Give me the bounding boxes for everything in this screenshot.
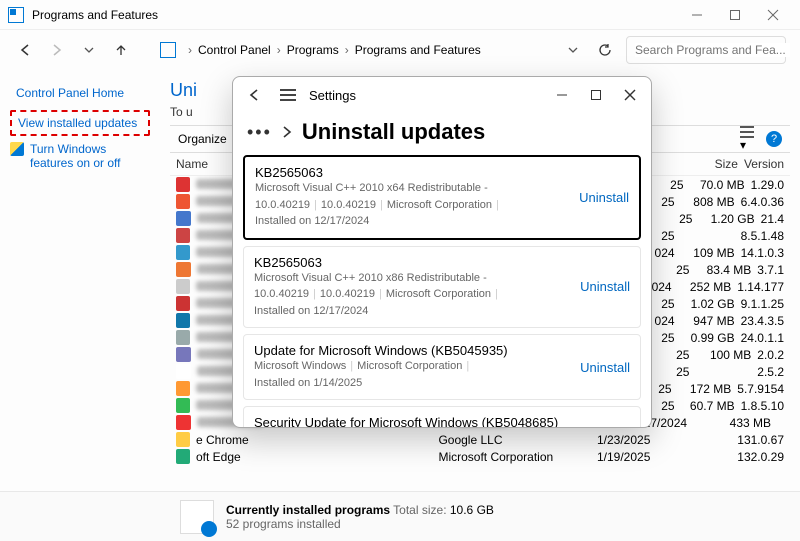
breadcrumb[interactable]: › Control Panel › Programs › Programs an… xyxy=(188,43,552,57)
settings-close-button[interactable] xyxy=(613,79,647,111)
shield-icon xyxy=(10,142,24,156)
update-card[interactable]: KB2565063 Microsoft Visual C++ 2010 x64 … xyxy=(243,155,641,240)
app-icon xyxy=(8,7,24,23)
window-title: Programs and Features xyxy=(32,8,158,22)
table-row[interactable]: e Chrome Google LLC 1/23/2025 131.0.67 xyxy=(170,431,790,448)
chevron-right-icon: › xyxy=(345,43,349,57)
organize-button[interactable]: Organize xyxy=(178,132,227,146)
status-icon xyxy=(180,500,214,534)
crumb-control-panel[interactable]: Control Panel xyxy=(198,43,271,57)
update-title: KB2565063 xyxy=(255,165,571,180)
forward-button[interactable] xyxy=(46,39,68,61)
update-details: Microsoft Visual C++ 2010 x64 Redistribu… xyxy=(255,180,571,230)
titlebar: Programs and Features xyxy=(0,0,800,30)
recent-dropdown[interactable] xyxy=(78,39,100,61)
uninstall-button[interactable]: Uninstall xyxy=(580,279,630,294)
control-panel-home-link[interactable]: Control Panel Home xyxy=(10,82,150,104)
hamburger-icon[interactable] xyxy=(271,79,305,111)
view-installed-updates-link[interactable]: View installed updates xyxy=(10,110,150,136)
chevron-right-icon: › xyxy=(188,43,192,57)
help-button[interactable]: ? xyxy=(766,131,782,147)
update-details: Microsoft Windows|Microsoft Corporation|… xyxy=(254,358,572,391)
status-line1: Currently installed programs Total size:… xyxy=(226,503,494,517)
search-input[interactable] xyxy=(635,43,790,57)
settings-minimize-button[interactable] xyxy=(545,79,579,111)
toolbar: › Control Panel › Programs › Programs an… xyxy=(0,30,800,70)
maximize-button[interactable] xyxy=(716,1,754,29)
col-size[interactable]: Size xyxy=(675,157,744,171)
settings-maximize-button[interactable] xyxy=(579,79,613,111)
up-button[interactable] xyxy=(110,39,132,61)
crumb-programs-features[interactable]: Programs and Features xyxy=(355,43,481,57)
col-version[interactable]: Version xyxy=(744,157,784,171)
table-row[interactable]: oft Edge Microsoft Corporation 1/19/2025… xyxy=(170,448,790,465)
crumb-programs[interactable]: Programs xyxy=(287,43,339,57)
refresh-button[interactable] xyxy=(594,39,616,61)
update-title: Security Update for Microsoft Windows (K… xyxy=(254,415,572,427)
status-bar: Currently installed programs Total size:… xyxy=(0,491,800,541)
update-card[interactable]: Update for Microsoft Windows (KB5045935)… xyxy=(243,334,641,400)
view-button[interactable]: ▾ xyxy=(740,126,754,152)
update-card[interactable]: Security Update for Microsoft Windows (K… xyxy=(243,406,641,427)
settings-page-title: Uninstall updates xyxy=(302,119,485,145)
chevron-right-icon: › xyxy=(277,43,281,57)
windows-features-link[interactable]: Turn Windows features on or off xyxy=(30,142,150,170)
settings-app-title: Settings xyxy=(309,88,356,103)
address-dropdown[interactable] xyxy=(562,39,584,61)
uninstall-button[interactable]: Uninstall xyxy=(580,360,630,375)
sidebar: Control Panel Home View installed update… xyxy=(0,70,160,491)
location-icon xyxy=(160,42,176,58)
update-title: KB2565063 xyxy=(254,255,572,270)
status-line2: 52 programs installed xyxy=(226,517,494,531)
update-details: Microsoft Visual C++ 2010 x86 Redistribu… xyxy=(254,270,572,320)
search-box[interactable] xyxy=(626,36,786,64)
update-title: Update for Microsoft Windows (KB5045935) xyxy=(254,343,572,358)
settings-back-button[interactable] xyxy=(237,79,271,111)
uninstall-button[interactable]: Uninstall xyxy=(579,190,629,205)
back-button[interactable] xyxy=(14,39,36,61)
chevron-right-icon xyxy=(282,125,292,139)
settings-header: ••• Uninstall updates xyxy=(233,113,651,151)
close-button[interactable] xyxy=(754,1,792,29)
more-icon[interactable]: ••• xyxy=(247,122,272,143)
update-card[interactable]: KB2565063 Microsoft Visual C++ 2010 x86 … xyxy=(243,246,641,329)
settings-window: Settings ••• Uninstall updates KB2565063… xyxy=(232,76,652,428)
updates-list: KB2565063 Microsoft Visual C++ 2010 x64 … xyxy=(233,151,651,427)
settings-titlebar: Settings xyxy=(233,77,651,113)
minimize-button[interactable] xyxy=(678,1,716,29)
